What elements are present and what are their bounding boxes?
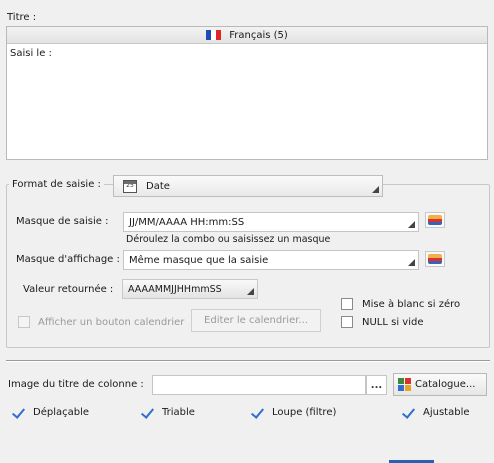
check-icon <box>401 406 414 419</box>
title-label: Titre : <box>7 12 37 23</box>
check-icon <box>11 406 24 419</box>
format-combo[interactable]: 25 Date <box>113 175 383 197</box>
chevron-down-icon <box>372 186 379 193</box>
separator <box>6 360 490 362</box>
deplacable-option[interactable]: Déplaçable <box>11 406 89 419</box>
chevron-down-icon <box>408 259 415 266</box>
masque-saisie-value: JJ/MM/AAAA HH:mm:SS <box>129 216 245 228</box>
chevron-down-icon <box>408 221 415 228</box>
loupe-option[interactable]: Loupe (filtre) <box>250 406 336 419</box>
chevron-down-icon <box>247 288 254 295</box>
loupe-label: Loupe (filtre) <box>272 407 337 418</box>
masque-affichage-value: Même masque que la saisie <box>129 254 269 266</box>
triable-label: Triable <box>162 407 195 418</box>
masque-affichage-button[interactable] <box>425 251 445 267</box>
catalogue-button[interactable]: Catalogue... <box>393 373 487 396</box>
valeur-retournee-label: Valeur retournée : <box>23 284 114 295</box>
editor-text: Saisi le : <box>10 48 52 59</box>
catalogue-icon <box>398 378 411 391</box>
ajustable-option[interactable]: Ajustable <box>401 406 470 419</box>
mise-a-blanc-checkbox[interactable] <box>341 298 353 310</box>
masque-saisie-hint: Déroulez la combo ou saisissez un masque <box>126 234 331 245</box>
mise-a-blanc-label: Mise à blanc si zéro <box>362 299 461 310</box>
afficher-calendrier-label: Afficher un bouton calendrier <box>38 317 185 328</box>
afficher-calendrier-checkbox[interactable] <box>18 316 30 328</box>
masque-affichage-label: Masque d'affichage : <box>16 254 120 265</box>
editer-calendrier-button[interactable]: Editer le calendrier... <box>191 309 321 332</box>
column-image-input[interactable] <box>152 375 366 395</box>
null-si-vide-label: NULL si vide <box>362 317 424 328</box>
format-combo-value: Date <box>146 180 170 192</box>
check-icon <box>250 406 263 419</box>
valeur-retournee-value: AAAAMMJJHHmmSS <box>128 283 222 295</box>
browse-button[interactable]: ... <box>366 375 387 395</box>
language-tab[interactable]: Français (5) <box>7 27 487 44</box>
language-tab-label: Français (5) <box>229 29 288 41</box>
valeur-retournee-combo[interactable]: AAAAMMJJHHmmSS <box>122 279 258 299</box>
deplacable-label: Déplaçable <box>33 407 90 418</box>
mask-edit-icon <box>428 215 442 225</box>
calendar-icon: 25 <box>123 179 137 193</box>
masque-saisie-combo[interactable]: JJ/MM/AAAA HH:mm:SS <box>123 212 419 232</box>
french-flag-icon <box>206 30 222 40</box>
editer-calendrier-label: Editer le calendrier... <box>204 315 308 326</box>
triable-option[interactable]: Triable <box>140 406 195 419</box>
ajustable-label: Ajustable <box>423 407 470 418</box>
masque-saisie-button[interactable] <box>425 212 445 228</box>
null-si-vide-checkbox[interactable] <box>341 316 353 328</box>
masque-affichage-combo[interactable]: Même masque que la saisie <box>123 250 419 270</box>
column-image-label: Image du titre de colonne : <box>8 379 144 390</box>
catalogue-label: Catalogue... <box>415 379 476 390</box>
check-icon <box>140 406 153 419</box>
format-group-legend: Format de saisie : <box>9 179 104 190</box>
masque-saisie-label: Masque de saisie : <box>16 216 109 227</box>
mask-edit-icon <box>428 254 442 264</box>
title-editor[interactable]: Français (5) Saisi le : <box>6 26 488 160</box>
